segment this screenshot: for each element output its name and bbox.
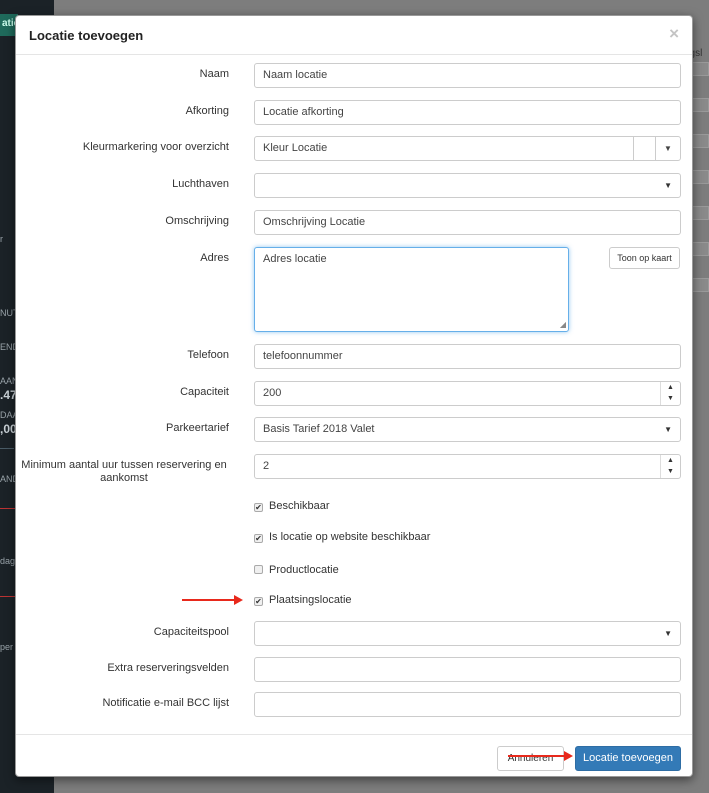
background-text: per [0, 642, 14, 652]
cancel-button[interactable]: Annuleren [497, 746, 564, 771]
increment-icon[interactable]: ▲ [661, 382, 680, 393]
resize-handle-icon[interactable]: ◢ [560, 320, 566, 329]
modal-footer: Annuleren Locatie toevoegen [16, 734, 692, 778]
extra-velden-input[interactable] [254, 657, 681, 682]
luchthaven-select[interactable]: ▼ [254, 173, 681, 198]
chevron-down-icon: ▼ [664, 181, 672, 190]
background-divider [0, 596, 16, 597]
modal-title: Locatie toevoegen [29, 28, 144, 43]
productlocatie-checkbox-row[interactable]: Productlocatie [254, 564, 339, 576]
decrement-icon[interactable]: ▼ [661, 393, 680, 404]
luchthaven-label: Luchthaven [172, 178, 229, 190]
adres-textarea[interactable]: Adres locatie ◢ [254, 247, 569, 332]
minimum-uur-stepper[interactable]: ▲ ▼ [660, 455, 680, 478]
arrow-shaft [508, 755, 566, 757]
parkeertarief-select[interactable]: Basis Tarief 2018 Valet ▼ [254, 417, 681, 442]
capaciteit-stepper[interactable]: ▲ ▼ [660, 382, 680, 405]
chevron-down-icon[interactable]: ▼ [655, 137, 680, 160]
add-location-button[interactable]: Locatie toevoegen [575, 746, 681, 771]
adres-label: Adres [200, 252, 229, 264]
bcc-input[interactable] [254, 692, 681, 717]
show-on-map-button[interactable]: Toon op kaart [609, 247, 680, 269]
adres-value: Adres locatie [263, 253, 327, 265]
capaciteit-value: 200 [263, 387, 282, 399]
background-divider [0, 448, 14, 449]
close-icon[interactable]: × [669, 24, 679, 44]
checkbox-label: Beschikbaar [269, 500, 330, 512]
omschrijving-label: Omschrijving [165, 215, 229, 227]
color-swatch[interactable] [633, 137, 655, 160]
afkorting-label: Afkorting [185, 105, 229, 117]
minimum-uur-label: Minimum aantal uur tussen reservering en… [21, 459, 227, 484]
afkorting-input[interactable]: Locatie afkorting [254, 100, 681, 125]
checkbox-label: Plaatsingslocatie [269, 594, 352, 606]
checkbox[interactable] [254, 565, 263, 574]
capaciteit-input[interactable]: 200 ▲ ▼ [254, 381, 681, 406]
checkbox-label: Is locatie op website beschikbaar [269, 531, 431, 543]
capaciteit-label: Capaciteit [180, 386, 229, 398]
decrement-icon[interactable]: ▼ [661, 466, 680, 477]
checkbox[interactable]: ✔ [254, 597, 263, 606]
checkbox[interactable]: ✔ [254, 534, 263, 543]
naam-input[interactable]: Naam locatie [254, 63, 681, 88]
naam-label: Naam [199, 68, 229, 80]
plaatsingslocatie-checkbox-row[interactable]: ✔ Plaatsingslocatie [254, 594, 352, 606]
background-divider [0, 508, 16, 509]
modal-header: Locatie toevoegen × [16, 16, 692, 55]
chevron-down-icon: ▼ [664, 425, 672, 434]
extra-velden-label: Extra reserveringsvelden [107, 662, 229, 674]
background-text: r [0, 234, 3, 244]
parkeertarief-label: Parkeertarief [166, 422, 229, 434]
arrow-head-icon [564, 751, 573, 761]
telefoon-label: Telefoon [187, 349, 229, 361]
telefoon-input[interactable]: telefoonnummer [254, 344, 681, 369]
parkeertarief-value: Basis Tarief 2018 Valet [263, 423, 375, 435]
website-beschikbaar-checkbox-row[interactable]: ✔ Is locatie op website beschikbaar [254, 531, 430, 543]
kleur-value: Kleur Locatie [263, 142, 328, 154]
minimum-uur-input[interactable]: 2 ▲ ▼ [254, 454, 681, 479]
checkbox[interactable]: ✔ [254, 503, 263, 512]
beschikbaar-checkbox-row[interactable]: ✔ Beschikbaar [254, 500, 330, 512]
kleur-label: Kleurmarkering voor overzicht [82, 141, 229, 153]
kleur-picker[interactable]: Kleur Locatie ▼ [254, 136, 681, 161]
add-location-modal: Locatie toevoegen × Naam Naam locatie Af… [15, 15, 693, 777]
capaciteitspool-label: Capaciteitspool [153, 626, 229, 638]
checkbox-label: Productlocatie [269, 564, 339, 576]
arrow-shaft [182, 599, 236, 601]
increment-icon[interactable]: ▲ [661, 455, 680, 466]
bcc-label: Notificatie e-mail BCC lijst [102, 697, 229, 709]
chevron-down-icon: ▼ [664, 629, 672, 638]
arrow-head-icon [234, 595, 243, 605]
capaciteitspool-select[interactable]: ▼ [254, 621, 681, 646]
minimum-uur-value: 2 [263, 460, 270, 472]
background-text: dag [0, 556, 16, 566]
omschrijving-input[interactable]: Omschrijving Locatie [254, 210, 681, 235]
